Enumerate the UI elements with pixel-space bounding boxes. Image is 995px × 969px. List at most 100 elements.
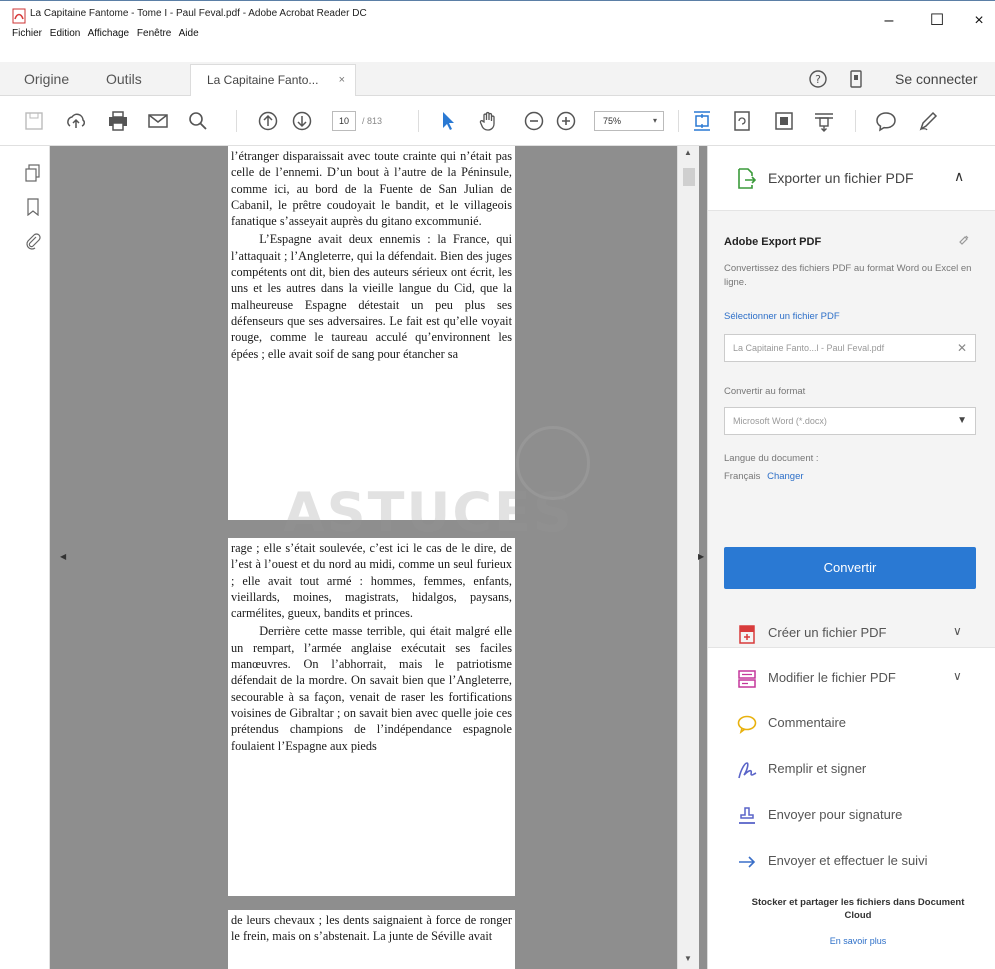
paragraph: l’étranger disparaissait avec toute crai… [231, 149, 512, 229]
convert-format-label: Convertir au format [724, 386, 806, 397]
search-icon[interactable] [186, 109, 210, 133]
toolbar-separator [418, 110, 419, 132]
window-title: La Capitaine Fantome - Tome I - Paul Fev… [30, 8, 367, 19]
pdf-page: rage ; elle s’était soulevée, c’est ici … [228, 538, 515, 896]
tool-label: Remplir et signer [768, 761, 867, 776]
mobile-link-icon[interactable] [846, 69, 866, 89]
menu-fenetre[interactable]: Fenêtre [137, 28, 171, 39]
tab-close-icon[interactable]: × [339, 65, 345, 95]
tool-send-track[interactable]: Envoyer et effectuer le suivi [708, 840, 995, 884]
tool-label: Modifier le fichier PDF [768, 670, 896, 685]
menu-affichage[interactable]: Affichage [88, 28, 130, 39]
pin-icon[interactable] [957, 233, 971, 247]
scroll-down-icon[interactable]: ▼ [684, 954, 692, 963]
selected-file-field[interactable]: La Capitaine Fanto...l - Paul Feval.pdf … [724, 334, 976, 362]
tab-home[interactable]: Origine [24, 62, 69, 96]
chevron-down-icon: ▾ [652, 116, 657, 125]
svg-text:?: ? [815, 73, 821, 86]
scroll-up-icon[interactable]: ▲ [684, 148, 692, 157]
chevron-down-icon: ▼ [957, 415, 967, 426]
chevron-up-icon[interactable]: ∧ [954, 168, 964, 185]
vertical-scrollbar[interactable]: ▲ ▼ [677, 146, 699, 969]
save-icon[interactable] [22, 109, 46, 133]
tool-create-pdf[interactable]: Créer un fichier PDF ∨ [708, 612, 995, 656]
pdf-page: de leurs chevaux ; les dents saignaient … [228, 910, 515, 969]
selected-file-name: La Capitaine Fanto...l - Paul Feval.pdf [733, 343, 885, 353]
paragraph: rage ; elle s’était soulevée, c’est ici … [231, 541, 512, 621]
change-language-link[interactable]: Changer [767, 471, 803, 482]
paragraph: de leurs chevaux ; les dents saignaient … [231, 913, 512, 944]
chevron-down-icon[interactable]: ∨ [953, 669, 962, 683]
tools-pane: Exporter un fichier PDF ∧ Adobe Export P… [707, 146, 995, 969]
email-icon[interactable] [146, 109, 170, 133]
tool-label: Envoyer et effectuer le suivi [768, 853, 928, 868]
menu-aide[interactable]: Aide [179, 28, 199, 39]
create-pdf-icon [739, 625, 755, 644]
panel-title: Adobe Export PDF [724, 236, 822, 248]
zoom-in-icon[interactable] [554, 109, 578, 133]
full-screen-icon[interactable] [772, 109, 796, 133]
cloud-upload-icon[interactable] [64, 109, 88, 133]
tool-fill-sign[interactable]: Remplir et signer [708, 748, 995, 792]
pdf-page: l’étranger disparaissait avec toute crai… [228, 146, 515, 520]
document-cloud-promo: Stocker et partager les fichiers dans Do… [751, 897, 965, 921]
minimize-button[interactable]: – [866, 3, 912, 39]
zoom-select[interactable]: 75% ▾ [594, 111, 664, 131]
acrobat-app-icon [12, 8, 26, 24]
export-pdf-panel: Adobe Export PDF Convertissez des fichie… [708, 210, 995, 648]
zoom-value: 75% [603, 116, 622, 126]
print-icon[interactable] [106, 109, 130, 133]
previous-page-icon[interactable] [256, 109, 280, 133]
convert-button[interactable]: Convertir [724, 547, 976, 589]
watermark-logo [516, 426, 590, 500]
export-pdf-header[interactable]: Exporter un fichier PDF ∧ [708, 146, 995, 210]
attachment-icon[interactable] [24, 232, 42, 250]
next-page-icon[interactable] [290, 109, 314, 133]
export-pdf-icon [738, 168, 756, 189]
select-cursor-icon[interactable] [436, 109, 460, 133]
menu-fichier[interactable]: Fichier [12, 28, 42, 39]
chevron-down-icon[interactable]: ∨ [953, 624, 962, 638]
tool-comment[interactable]: Commentaire [708, 702, 995, 746]
clear-file-icon[interactable]: ✕ [957, 335, 967, 361]
tool-label: Envoyer pour signature [768, 807, 903, 822]
help-icon[interactable]: ? [808, 69, 828, 89]
tool-edit-pdf[interactable]: Modifier le fichier PDF ∨ [708, 657, 995, 701]
tab-document[interactable]: La Capitaine Fanto... × [190, 64, 356, 96]
toolbar-separator [855, 110, 856, 132]
send-signature-icon [739, 807, 755, 824]
collapse-left-pane-icon[interactable]: ◀ [60, 552, 66, 561]
export-pdf-label: Exporter un fichier PDF [768, 170, 914, 186]
tool-label: Commentaire [768, 715, 847, 730]
title-bar: La Capitaine Fantome - Tome I - Paul Fev… [0, 0, 995, 40]
toolbar: 10 / 813 75% ▾ [0, 96, 995, 146]
rotate-page-icon[interactable] [730, 109, 754, 133]
comment-icon[interactable] [874, 109, 898, 133]
toolbar-separator [236, 110, 237, 132]
collapse-right-pane-icon[interactable]: ▶ [698, 552, 704, 561]
paragraph: L’Espagne avait deux ennemis : la France… [231, 232, 512, 361]
learn-more-link[interactable]: En savoir plus [738, 936, 978, 946]
page-thumbnails-icon[interactable] [24, 164, 42, 182]
menu-edition[interactable]: Edition [50, 28, 81, 39]
bookmark-icon[interactable] [24, 198, 42, 216]
tab-tools[interactable]: Outils [106, 62, 142, 96]
comment-tool-icon [737, 715, 757, 734]
scrollbar-thumb[interactable] [683, 168, 695, 186]
zoom-out-icon[interactable] [522, 109, 546, 133]
maximize-button[interactable]: ☐ [914, 3, 960, 39]
hand-tool-icon[interactable] [476, 109, 500, 133]
pen-sign-icon[interactable] [916, 109, 940, 133]
sign-in-link[interactable]: Se connecter [895, 62, 978, 96]
edit-pdf-icon [738, 670, 756, 688]
document-view[interactable]: ◀ l’étranger disparaissait avec toute cr… [50, 146, 707, 969]
format-select[interactable]: Microsoft Word (*.docx) ▼ [724, 407, 976, 435]
select-pdf-link[interactable]: Sélectionner un fichier PDF [724, 311, 840, 322]
tool-send-signature[interactable]: Envoyer pour signature [708, 794, 995, 838]
panel-description: Convertissez des fichiers PDF au format … [724, 263, 972, 288]
left-navigation-pane [0, 146, 50, 969]
fit-page-icon[interactable] [690, 109, 714, 133]
close-button[interactable]: × [956, 3, 995, 39]
page-number-input[interactable]: 10 [332, 111, 356, 131]
scroll-mode-icon[interactable] [812, 109, 836, 133]
